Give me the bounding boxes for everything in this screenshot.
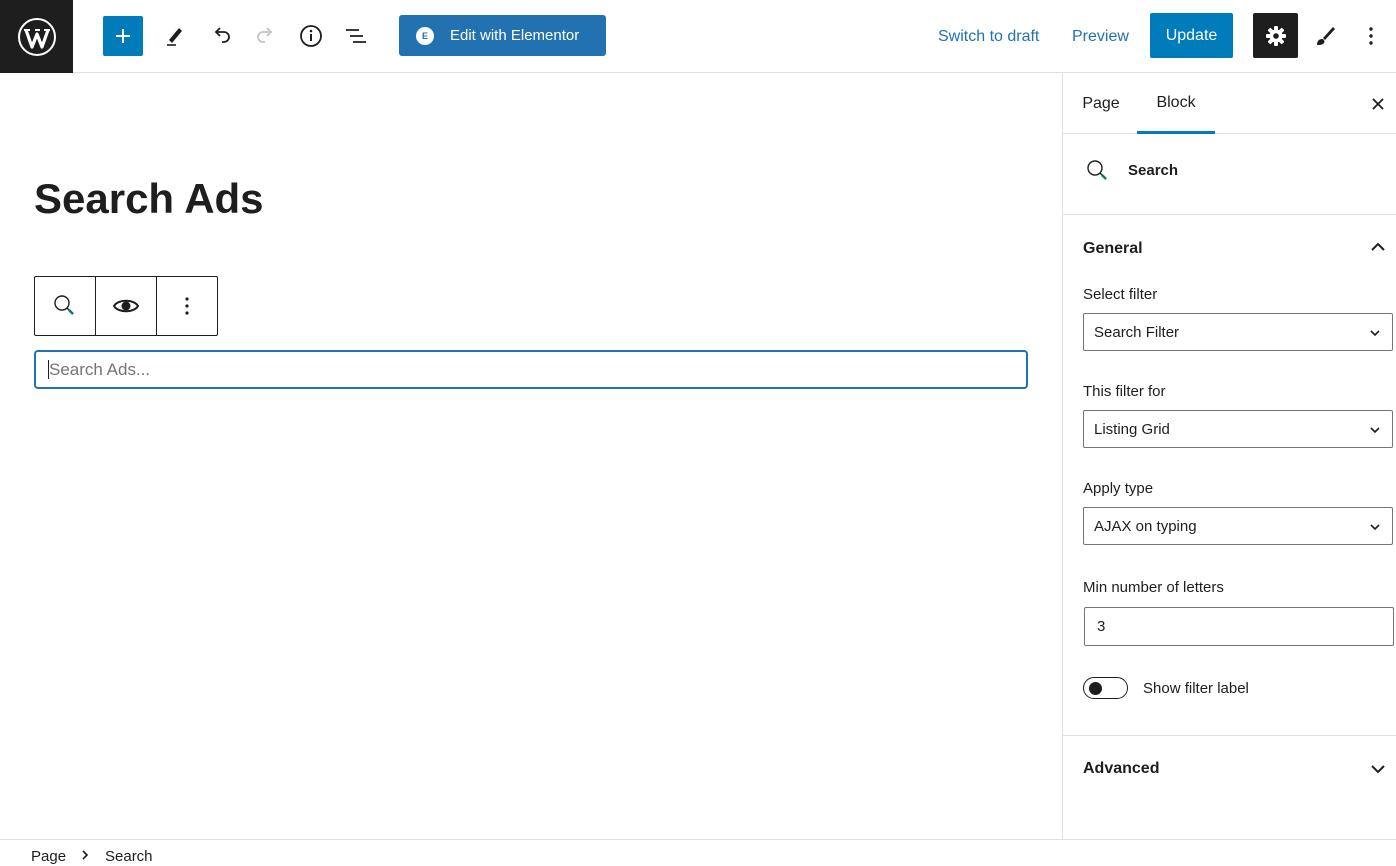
chevron-right-icon	[82, 850, 89, 860]
advanced-panel-toggle[interactable]: Advanced	[1083, 760, 1159, 778]
min-letters-input[interactable]: 3	[1084, 607, 1394, 646]
edit-with-elementor-button[interactable]: E Edit with Elementor	[399, 15, 606, 56]
options-button[interactable]	[1351, 16, 1391, 56]
visibility-button[interactable]	[94, 277, 157, 335]
pencil-icon	[167, 28, 182, 46]
search-ads-placeholder: Search Ads...	[49, 359, 151, 379]
chevron-down-icon	[1370, 427, 1380, 434]
redo-icon	[257, 27, 273, 43]
settings-button[interactable]	[1253, 13, 1298, 58]
styles-button[interactable]	[1305, 16, 1345, 56]
block-options-button[interactable]	[156, 277, 217, 335]
editor-header: E Edit with Elementor Switch to draft Pr…	[0, 0, 1396, 73]
block-toolbar	[34, 276, 218, 336]
edit-with-elementor-label: Edit with Elementor	[450, 27, 580, 44]
close-icon	[1372, 98, 1384, 110]
min-letters-label: Min number of letters	[1083, 579, 1224, 596]
filter-for-dropdown[interactable]: Listing Grid	[1083, 410, 1393, 448]
settings-sidebar: Page Block Search General Select filter …	[1062, 74, 1396, 839]
block-card: Search	[1063, 134, 1396, 215]
add-block-button[interactable]	[103, 16, 143, 56]
editor-canvas: Search Ads Search Ads...	[0, 74, 1062, 839]
list-view-icon	[346, 29, 366, 43]
info-icon	[300, 25, 322, 47]
tab-block[interactable]: Block	[1137, 74, 1215, 134]
apply-type-label: Apply type	[1083, 480, 1154, 497]
eye-icon	[112, 299, 140, 313]
tab-page[interactable]: Page	[1082, 74, 1119, 134]
apply-type-dropdown[interactable]: AJAX on typing	[1083, 507, 1393, 545]
breadcrumb-search[interactable]: Search	[105, 848, 153, 865]
sidebar-tabs: Page Block	[1063, 74, 1396, 134]
show-filter-label-toggle[interactable]	[1083, 677, 1128, 699]
chevron-up-icon[interactable]	[1369, 238, 1387, 256]
select-filter-label: Select filter	[1083, 286, 1158, 303]
breadcrumb-page[interactable]: Page	[31, 848, 66, 865]
more-vertical-icon	[1369, 27, 1373, 45]
chevron-down-icon[interactable]	[1369, 760, 1387, 778]
toggle-knob	[1089, 682, 1102, 695]
more-vertical-icon	[185, 297, 189, 315]
update-button[interactable]: Update	[1150, 13, 1233, 58]
wordpress-logo-button[interactable]	[0, 0, 73, 73]
block-type-button[interactable]	[35, 277, 95, 335]
chevron-down-icon	[1370, 524, 1380, 531]
select-filter-value: Search Filter	[1094, 323, 1180, 341]
switch-to-draft-button[interactable]: Switch to draft	[938, 28, 1039, 46]
chevron-down-icon	[1370, 330, 1380, 337]
undo-icon	[214, 27, 230, 43]
general-panel-toggle[interactable]: General	[1083, 240, 1143, 258]
block-card-title: Search	[1128, 162, 1179, 179]
list-view-button[interactable]	[336, 16, 376, 56]
close-sidebar-button[interactable]	[1368, 94, 1388, 114]
search-icon	[1087, 160, 1107, 180]
show-filter-label-text: Show filter label	[1143, 680, 1249, 697]
plus-icon	[116, 29, 130, 43]
gear-icon	[1265, 25, 1286, 46]
search-ads-input[interactable]: Search Ads...	[34, 350, 1028, 389]
page-title[interactable]: Search Ads	[34, 174, 264, 224]
preview-button[interactable]: Preview	[1072, 28, 1129, 46]
select-filter-dropdown[interactable]: Search Filter	[1083, 313, 1393, 351]
elementor-icon: E	[416, 26, 434, 45]
tools-button[interactable]	[155, 16, 195, 56]
breadcrumb: Page Search	[0, 839, 1396, 866]
wordpress-icon	[17, 17, 56, 56]
details-button[interactable]	[291, 16, 331, 56]
apply-type-value: AJAX on typing	[1094, 517, 1197, 535]
redo-button[interactable]	[246, 16, 286, 56]
undo-button[interactable]	[201, 16, 241, 56]
filter-for-label: This filter for	[1083, 383, 1166, 400]
panel-divider	[1063, 735, 1396, 736]
filter-for-value: Listing Grid	[1094, 420, 1170, 438]
search-icon	[54, 295, 74, 315]
brush-icon	[1317, 27, 1335, 45]
